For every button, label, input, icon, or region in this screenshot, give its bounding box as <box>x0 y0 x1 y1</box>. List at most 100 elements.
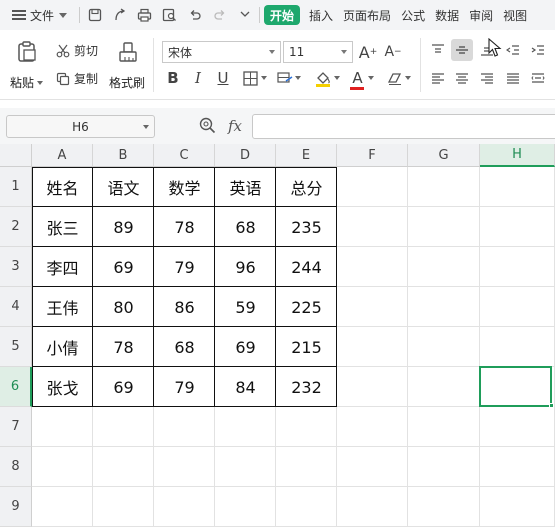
row-header-9[interactable]: 9 <box>0 487 32 527</box>
decrease-indent-button[interactable] <box>502 39 524 61</box>
table-cell[interactable]: 59 <box>215 287 276 327</box>
row-header-2[interactable]: 2 <box>0 207 32 247</box>
row-header-3[interactable]: 3 <box>0 247 32 287</box>
increase-indent-button[interactable] <box>527 39 549 61</box>
italic-button[interactable]: I <box>187 67 209 89</box>
row-header-7[interactable]: 7 <box>0 407 32 447</box>
table-cell[interactable]: 215 <box>276 327 337 367</box>
table-cell[interactable]: 232 <box>276 367 337 407</box>
table-cell[interactable]: 89 <box>93 207 154 247</box>
redo-icon[interactable] <box>207 0 232 30</box>
scissors-icon <box>56 44 70 57</box>
table-cell[interactable]: 68 <box>215 207 276 247</box>
spreadsheet-grid[interactable]: A B C D E F G H 1 2 3 4 5 6 7 8 9 姓名 语文 数学 英语 总分 张三 89 78 68 235 李四… <box>0 144 555 527</box>
distributed-align-button[interactable] <box>527 67 549 89</box>
grow-font-button[interactable]: A + <box>357 41 379 63</box>
print-preview-icon[interactable] <box>157 0 182 30</box>
table-cell[interactable]: 数学 <box>154 167 215 207</box>
column-header-a[interactable]: A <box>32 144 93 167</box>
table-cell[interactable]: 69 <box>93 247 154 287</box>
paste-button[interactable]: 粘贴 <box>6 34 48 94</box>
column-header-g[interactable]: G <box>408 144 480 167</box>
selected-cell[interactable] <box>479 366 552 407</box>
table-cell[interactable]: 69 <box>93 367 154 407</box>
row-header-6[interactable]: 6 <box>0 367 32 407</box>
column-header-d[interactable]: D <box>215 144 276 167</box>
table-cell[interactable]: 78 <box>154 207 215 247</box>
table-cell[interactable]: 李四 <box>32 247 93 287</box>
table-border <box>32 326 337 327</box>
copy-button[interactable]: 复制 <box>56 70 98 87</box>
name-box[interactable]: H6 <box>6 115 155 138</box>
table-cell[interactable]: 总分 <box>276 167 337 207</box>
tab-review[interactable]: 审阅 <box>464 0 498 30</box>
font-color-button[interactable]: A <box>348 67 378 90</box>
table-cell[interactable]: 69 <box>215 327 276 367</box>
column-header-c[interactable]: C <box>154 144 215 167</box>
underline-button[interactable]: U <box>212 67 234 89</box>
gridline <box>407 167 408 527</box>
table-cell[interactable]: 96 <box>215 247 276 287</box>
fill-handle[interactable] <box>549 403 554 408</box>
fill-color-button[interactable] <box>311 67 343 89</box>
tab-view[interactable]: 视图 <box>498 0 532 30</box>
print-icon[interactable] <box>132 0 157 30</box>
table-cell[interactable]: 小倩 <box>32 327 93 367</box>
table-cell[interactable]: 语文 <box>93 167 154 207</box>
column-header-h[interactable]: H <box>480 144 555 167</box>
table-cell[interactable]: 225 <box>276 287 337 327</box>
export-pdf-icon[interactable] <box>107 0 132 30</box>
shrink-font-label: A <box>384 44 395 60</box>
tab-home[interactable]: 开始 <box>264 5 301 25</box>
file-menu[interactable]: 文件 <box>0 0 68 30</box>
table-cell[interactable]: 68 <box>154 327 215 367</box>
table-cell[interactable]: 235 <box>276 207 337 247</box>
tab-data[interactable]: 数据 <box>430 0 464 30</box>
table-cell[interactable]: 86 <box>154 287 215 327</box>
row-header-8[interactable]: 8 <box>0 447 32 487</box>
row-header-4[interactable]: 4 <box>0 287 32 327</box>
table-cell[interactable]: 张三 <box>32 207 93 247</box>
table-cell[interactable]: 80 <box>93 287 154 327</box>
table-cell[interactable]: 姓名 <box>32 167 93 207</box>
customize-toolbar-icon[interactable] <box>232 0 257 30</box>
row-header-5[interactable]: 5 <box>0 327 32 367</box>
table-cell[interactable]: 79 <box>154 367 215 407</box>
formula-input[interactable] <box>252 114 555 139</box>
table-cell[interactable]: 78 <box>93 327 154 367</box>
zoom-icon[interactable] <box>199 117 216 134</box>
table-cell[interactable]: 张戈 <box>32 367 93 407</box>
clear-format-button[interactable] <box>384 67 414 89</box>
align-left-button[interactable] <box>427 67 449 89</box>
tab-formulas[interactable]: 公式 <box>396 0 430 30</box>
borders-button[interactable] <box>240 67 270 89</box>
column-header-f[interactable]: F <box>337 144 408 167</box>
select-all-corner[interactable] <box>0 144 32 167</box>
save-icon[interactable] <box>82 0 107 30</box>
cut-button[interactable]: 剪切 <box>56 42 98 59</box>
table-cell[interactable]: 79 <box>154 247 215 287</box>
table-cell[interactable]: 王伟 <box>32 287 93 327</box>
align-center-button[interactable] <box>451 67 473 89</box>
format-painter-button[interactable]: 格式刷 <box>106 34 150 94</box>
cell-style-button[interactable] <box>274 67 304 89</box>
row-header-1[interactable]: 1 <box>0 167 32 207</box>
tab-page-layout[interactable]: 页面布局 <box>338 0 396 30</box>
column-header-e[interactable]: E <box>276 144 337 167</box>
font-size-select[interactable]: 11 <box>283 41 353 63</box>
tab-insert[interactable]: 插入 <box>304 0 338 30</box>
shrink-font-button[interactable]: A − <box>382 41 404 63</box>
column-header-b[interactable]: B <box>93 144 154 167</box>
undo-icon[interactable] <box>182 0 207 30</box>
grow-font-label: A <box>358 42 370 62</box>
table-cell[interactable]: 英语 <box>215 167 276 207</box>
table-cell[interactable]: 244 <box>276 247 337 287</box>
align-top-button[interactable] <box>427 39 449 61</box>
font-name-select[interactable]: 宋体 <box>162 41 281 63</box>
align-right-button[interactable] <box>476 67 498 89</box>
justify-button[interactable] <box>502 67 524 89</box>
bold-button[interactable]: B <box>162 67 184 89</box>
table-cell[interactable]: 84 <box>215 367 276 407</box>
insert-function-button[interactable]: fx <box>228 117 242 135</box>
align-middle-button[interactable] <box>451 39 473 61</box>
